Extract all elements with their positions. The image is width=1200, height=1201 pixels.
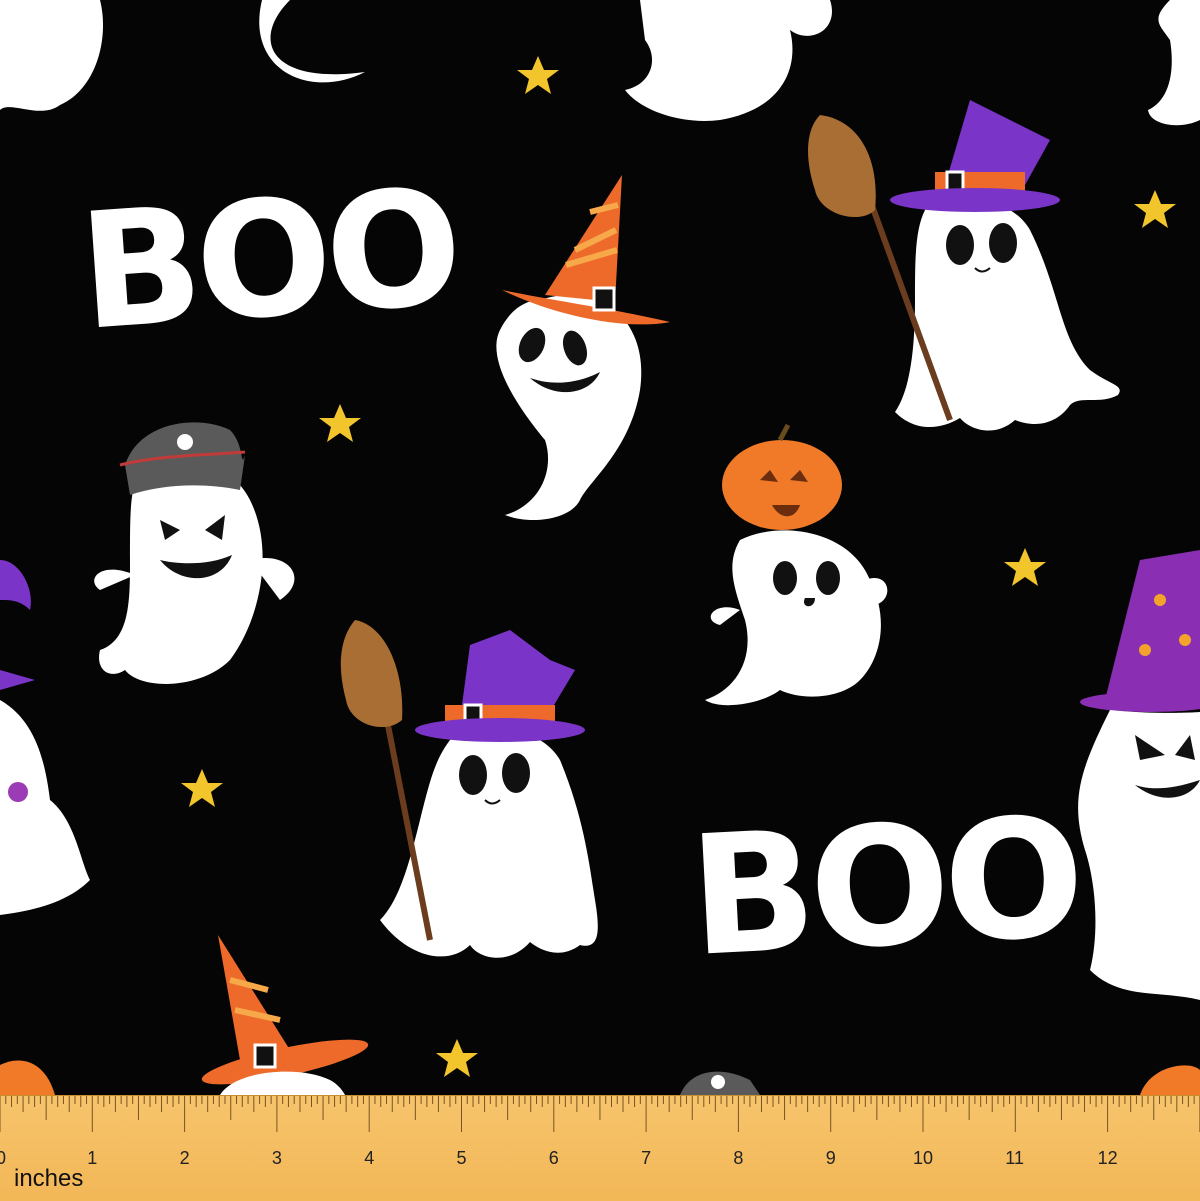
- star-icon: [1134, 190, 1176, 228]
- ghost-pumpkin-icon: [705, 423, 888, 706]
- ruler-number: 2: [179, 1148, 190, 1168]
- ruler-number: 9: [825, 1148, 836, 1168]
- star-icon: [436, 1039, 478, 1077]
- star-icon: [1004, 548, 1046, 586]
- star-icon: [517, 56, 559, 94]
- ruler-number: 5: [456, 1148, 467, 1168]
- ghost-fabric-pattern: BOO BOO: [0, 0, 1200, 1095]
- moon-icon: [259, 0, 365, 83]
- boo-text: BOO: [73, 153, 463, 366]
- ghost-purple-dotted-hat-icon: [1078, 550, 1200, 1000]
- ruler-number: 0: [0, 1148, 7, 1168]
- ghost-partial-icon: [0, 0, 104, 111]
- ghost-witch-broom-icon: [808, 100, 1120, 431]
- ruler-number: 3: [271, 1148, 282, 1168]
- ruler-number: 6: [548, 1148, 559, 1168]
- ghost-orange-hat-icon: [201, 935, 369, 1095]
- ghost-witch-broom-icon: [340, 620, 598, 958]
- ghost-partial-icon: [1148, 0, 1200, 126]
- ghost-pirate-icon: [94, 422, 295, 684]
- ghost-partial-icon: [0, 560, 90, 915]
- boo-text: BOO: [685, 780, 1084, 994]
- star-icon: [181, 769, 223, 807]
- ghost-orange-hat-icon: [496, 175, 670, 520]
- ruler-number: 11: [1005, 1148, 1024, 1168]
- ghost-partial-icon: [625, 0, 832, 121]
- ruler-number: 1: [87, 1148, 98, 1168]
- ruler-number: 12: [1097, 1148, 1118, 1168]
- ruler-unit-label: inches: [14, 1165, 84, 1192]
- ruler-number: 7: [641, 1148, 652, 1168]
- ruler-number: 8: [733, 1148, 744, 1168]
- ruler-number: 4: [364, 1148, 375, 1168]
- ruler-number: 10: [913, 1148, 934, 1168]
- pumpkin-icon: [0, 1060, 55, 1095]
- star-icon: [319, 404, 361, 442]
- pumpkin-icon: [1140, 1065, 1200, 1095]
